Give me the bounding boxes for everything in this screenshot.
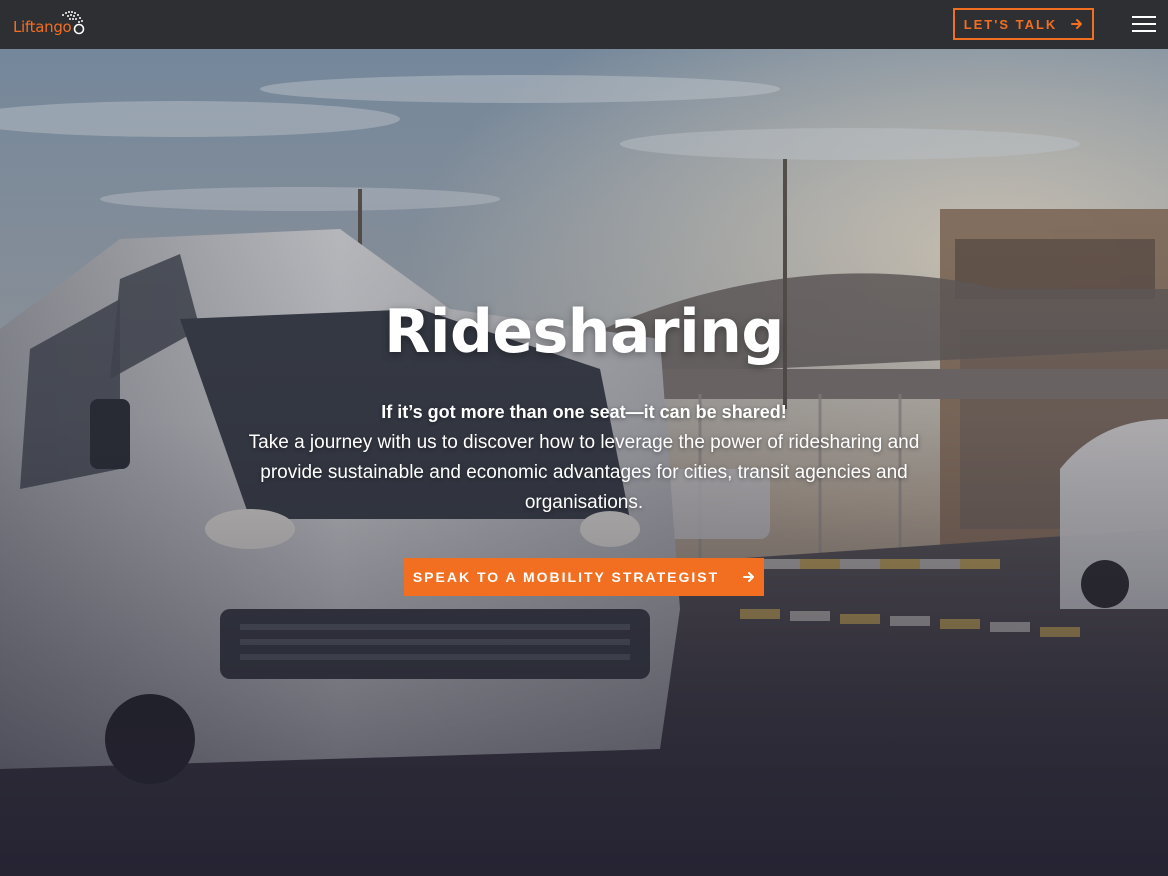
lets-talk-label: LET'S TALK (963, 16, 1058, 32)
logo-text: Liftango (13, 18, 72, 36)
speak-to-strategist-button[interactable]: SPEAK TO A MOBILITY STRATEGIST (404, 558, 764, 596)
arrow-right-icon (743, 572, 755, 582)
hero-tagline: If it’s got more than one seat—it can be… (381, 402, 787, 422)
liftango-logo[interactable]: Liftango (13, 9, 87, 41)
hamburger-menu-icon[interactable] (1132, 16, 1156, 32)
arrow-right-icon (1071, 19, 1083, 29)
lets-talk-button[interactable]: LET'S TALK (953, 8, 1094, 40)
hero-description: Take a journey with us to discover how t… (248, 432, 920, 513)
hero-section: Ridesharing If it’s got more than one se… (0, 49, 1168, 876)
cta-label: SPEAK TO A MOBILITY STRATEGIST (412, 569, 720, 585)
hero-title: Ridesharing (384, 297, 784, 367)
top-navbar: Liftango LET'S TALK (0, 0, 1168, 49)
